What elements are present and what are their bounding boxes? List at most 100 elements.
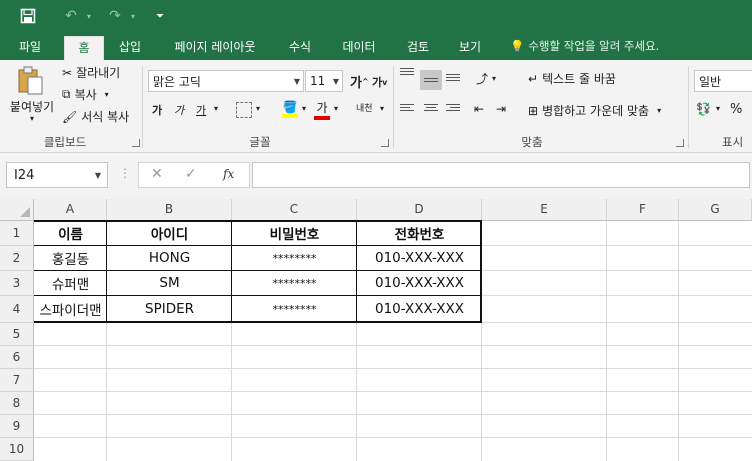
scissors-icon: ✂ [62, 65, 73, 80]
align-center-icon[interactable] [424, 104, 438, 111]
italic-button[interactable]: 가 [174, 102, 184, 118]
paste-button[interactable]: 붙여넣기 [6, 98, 58, 115]
table-cell[interactable]: 스파이더맨 [34, 296, 107, 322]
merge-dropdown-icon[interactable]: ▾ [657, 106, 661, 115]
table-cell[interactable]: 홍길동 [34, 246, 107, 270]
borders-dropdown-icon[interactable]: ▾ [256, 104, 260, 113]
merge-center-button[interactable]: ⊞ 병합하고 가운데 맞춤 ▾ [528, 102, 661, 119]
table-cell[interactable]: 010-XXX-XXX [357, 271, 482, 295]
cancel-icon[interactable]: ✕ [151, 166, 163, 182]
column-header-c[interactable]: C [232, 199, 357, 221]
tab-page-layout[interactable]: 페이지 레이아웃 [160, 36, 270, 60]
tab-insert[interactable]: 삽입 [108, 36, 152, 60]
column-header-a[interactable]: A [34, 199, 107, 221]
table-header-phone[interactable]: 전화번호 [357, 221, 482, 245]
fill-dropdown-icon[interactable]: ▾ [302, 104, 306, 113]
tab-view[interactable]: 보기 [448, 36, 492, 60]
title-bar: ↶ ▾ ↷ ▾ ⏷ [0, 0, 752, 32]
row-header-2[interactable]: 2 [0, 246, 34, 271]
copy-dropdown-icon[interactable]: ▾ [105, 90, 109, 99]
undo-icon[interactable]: ↶ [60, 6, 82, 26]
orientation-dropdown-icon[interactable]: ▾ [492, 74, 496, 83]
row-header-9[interactable]: 9 [0, 415, 34, 438]
table-cell[interactable]: ******** [232, 296, 357, 322]
tell-me-box[interactable]: 💡 수행할 작업을 알려 주세요. [510, 36, 659, 56]
column-header-f[interactable]: F [607, 199, 679, 221]
column-header-b[interactable]: B [107, 199, 232, 221]
percent-button[interactable]: % [730, 102, 742, 117]
format-painter-button[interactable]: 🖌 서식 복사 [62, 108, 129, 125]
phonetic-dropdown-icon[interactable]: ▾ [380, 104, 384, 113]
align-middle-icon[interactable] [420, 70, 442, 90]
copy-button[interactable]: ⧉ 복사 ▾ [62, 86, 109, 103]
tab-review[interactable]: 검토 [396, 36, 440, 60]
tab-data[interactable]: 데이터 [332, 36, 386, 60]
accounting-icon[interactable]: 💱 [696, 102, 711, 116]
underline-dropdown-icon[interactable]: ▾ [214, 104, 218, 113]
align-bottom-icon[interactable] [446, 74, 460, 81]
formula-input[interactable] [252, 162, 750, 188]
underline-button[interactable]: 가 [196, 102, 206, 118]
wrap-text-button[interactable]: ↵ 텍스트 줄 바꿈 [528, 70, 616, 87]
tab-formulas[interactable]: 수식 [278, 36, 322, 60]
font-launcher-icon[interactable] [381, 139, 389, 147]
fill-color-button[interactable]: 🪣 [282, 100, 298, 118]
column-header-e[interactable]: E [482, 199, 607, 221]
font-name-select[interactable]: 맑은 고딕 ▼ [148, 70, 304, 92]
insert-function-button[interactable]: fx [223, 167, 234, 181]
column-header-d[interactable]: D [357, 199, 482, 221]
row-header-5[interactable]: 5 [0, 323, 34, 346]
table-border [34, 245, 482, 246]
font-color-dropdown-icon[interactable]: ▾ [334, 104, 338, 113]
row-header-4[interactable]: 4 [0, 296, 34, 323]
cut-button[interactable]: ✂ 잘라내기 [62, 64, 120, 81]
row-header-8[interactable]: 8 [0, 392, 34, 415]
shrink-font-button[interactable]: 가v [372, 74, 387, 90]
select-all-corner[interactable] [0, 199, 34, 221]
row-header-7[interactable]: 7 [0, 369, 34, 392]
paste-dropdown-icon[interactable]: ▾ [30, 114, 34, 123]
row-header-1[interactable]: 1 [0, 221, 34, 246]
enter-icon[interactable]: ✓ [185, 166, 197, 182]
column-header-g[interactable]: G [679, 199, 752, 221]
decrease-indent-icon[interactable]: ⇤ [474, 102, 484, 116]
table-header-id[interactable]: 아이디 [107, 221, 232, 245]
align-top-icon[interactable] [400, 68, 414, 75]
tab-home[interactable]: 홈 [64, 36, 104, 60]
table-cell[interactable]: HONG [107, 246, 232, 270]
save-icon[interactable] [18, 6, 38, 26]
table-cell[interactable]: ******** [232, 271, 357, 295]
clipboard-launcher-icon[interactable] [132, 139, 140, 147]
font-color-button[interactable]: 가 [314, 99, 330, 120]
row-header-6[interactable]: 6 [0, 346, 34, 369]
paste-icon[interactable] [16, 66, 46, 96]
alignment-launcher-icon[interactable] [676, 139, 684, 147]
grow-font-button[interactable]: 가 ^ [350, 72, 369, 91]
name-box[interactable]: I24 ▼ [6, 162, 108, 188]
table-cell[interactable]: 010-XXX-XXX [357, 296, 482, 322]
table-cell[interactable]: SM [107, 271, 232, 295]
table-header-password[interactable]: 비밀번호 [232, 221, 357, 245]
customize-toolbar-icon[interactable]: ⏷ [152, 6, 168, 26]
accounting-dropdown-icon[interactable]: ▾ [716, 104, 720, 113]
align-left-icon[interactable] [400, 104, 414, 111]
number-format-select[interactable]: 일반 [694, 70, 752, 92]
table-header-name[interactable]: 이름 [34, 221, 107, 245]
increase-indent-icon[interactable]: ⇥ [496, 102, 506, 116]
table-cell[interactable]: 010-XXX-XXX [357, 246, 482, 270]
row-header-3[interactable]: 3 [0, 271, 34, 296]
redo-dropdown-icon[interactable]: ▾ [128, 6, 138, 26]
redo-icon[interactable]: ↷ [104, 6, 126, 26]
borders-icon[interactable] [236, 102, 252, 118]
align-right-icon[interactable] [446, 104, 460, 111]
row-header-10[interactable]: 10 [0, 438, 34, 461]
font-size-select[interactable]: 11 ▼ [305, 70, 343, 92]
phonetic-button[interactable]: 내천 [356, 101, 373, 114]
table-cell[interactable]: 슈퍼맨 [34, 271, 107, 295]
bold-button[interactable]: 가 [152, 102, 162, 118]
orientation-icon[interactable]: ⤴ [476, 70, 488, 87]
table-cell[interactable]: SPIDER [107, 296, 232, 322]
table-cell[interactable]: ******** [232, 246, 357, 270]
undo-dropdown-icon[interactable]: ▾ [84, 6, 94, 26]
tab-file[interactable]: 파일 [8, 36, 52, 60]
